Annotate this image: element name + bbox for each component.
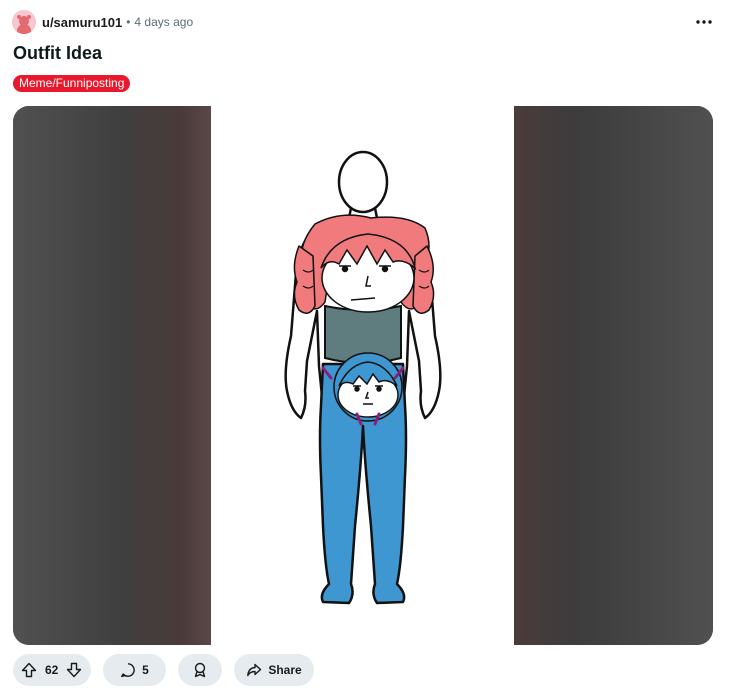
- comment-icon: [120, 662, 136, 678]
- upvote-button[interactable]: [21, 662, 37, 678]
- post-actions: 62 5 Share: [13, 654, 314, 686]
- downvote-button[interactable]: [66, 662, 82, 678]
- media-blur-right: [514, 106, 713, 645]
- vote-control: 62: [13, 654, 91, 686]
- post-header: u/samuru101 • 4 days ago: [12, 9, 193, 35]
- meta-separator: •: [126, 15, 131, 29]
- post-title[interactable]: Outfit Idea: [13, 43, 102, 64]
- post-author[interactable]: u/samuru101: [42, 15, 122, 30]
- avatar-icon: [12, 10, 36, 34]
- comments-button[interactable]: 5: [103, 654, 166, 686]
- downvote-icon: [67, 662, 82, 678]
- award-icon: [192, 662, 208, 678]
- outfit-drawing: [284, 150, 442, 605]
- media-blur-left: [13, 106, 211, 645]
- share-icon: [246, 662, 262, 678]
- more-options-button[interactable]: [692, 10, 716, 34]
- upvote-icon: [21, 662, 37, 678]
- post-media[interactable]: [13, 106, 713, 645]
- share-button[interactable]: Share: [234, 654, 314, 686]
- post-flair[interactable]: Meme/Funniposting: [13, 75, 131, 92]
- comment-count: 5: [142, 663, 149, 677]
- post-timestamp: 4 days ago: [134, 15, 194, 29]
- avatar[interactable]: [12, 10, 36, 34]
- share-label: Share: [268, 663, 302, 677]
- upvote-count: 62: [45, 663, 59, 677]
- more-options-icon: [696, 20, 712, 24]
- post-image[interactable]: [211, 106, 514, 645]
- award-button[interactable]: [178, 654, 222, 686]
